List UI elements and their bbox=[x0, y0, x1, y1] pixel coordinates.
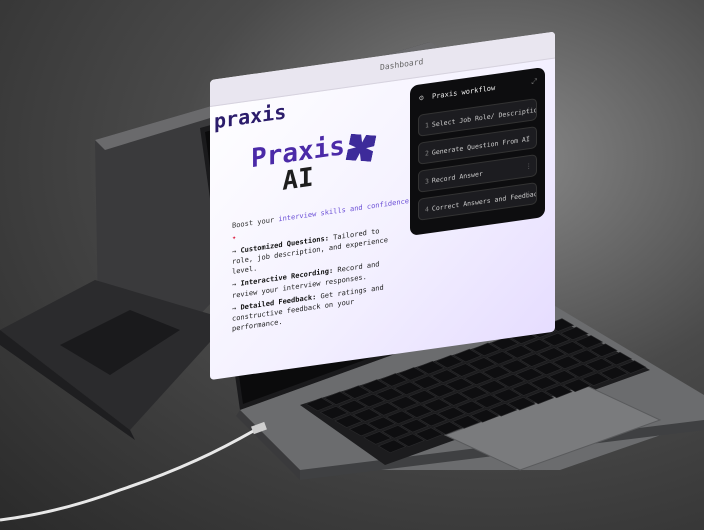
laptop-screen: Dashboard praxis Praxis AI Boost your in… bbox=[210, 31, 555, 380]
dashboard-label[interactable]: Dashboard bbox=[380, 57, 423, 72]
more-icon[interactable]: ⋮ bbox=[526, 134, 533, 143]
more-icon[interactable]: ⋮ bbox=[526, 106, 533, 115]
hero-title: Praxis AI bbox=[238, 131, 358, 202]
expand-icon[interactable]: ⤢ bbox=[531, 77, 537, 87]
workflow-title: Praxis workflow bbox=[432, 83, 496, 101]
feature-list: → Customized Questions: Tailored to role… bbox=[232, 223, 402, 337]
workflow-panel: ⚙ Praxis workflow ⤢ 1 Select Job Role/ De… bbox=[410, 66, 545, 236]
more-icon[interactable]: ⋮ bbox=[526, 190, 533, 199]
gear-icon: ⚙ bbox=[419, 92, 424, 103]
more-icon[interactable]: ⋮ bbox=[526, 162, 533, 171]
